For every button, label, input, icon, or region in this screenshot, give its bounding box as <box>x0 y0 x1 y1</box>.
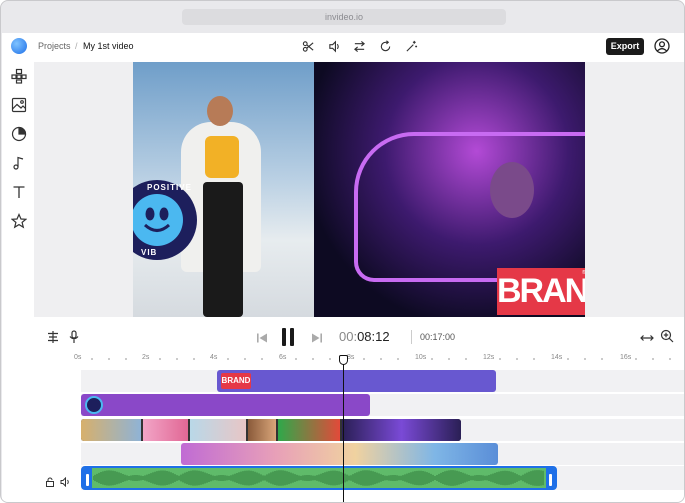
url-bar[interactable]: invideo.io <box>182 9 506 25</box>
ruler-label: 14s <box>551 354 563 361</box>
microphone-icon[interactable] <box>67 330 81 349</box>
app-logo-icon[interactable] <box>11 38 27 54</box>
preview-image-right: BRAND ® <box>314 62 585 317</box>
video-clip-b[interactable] <box>181 443 498 465</box>
sticker-clip[interactable] <box>81 394 370 416</box>
ruler-label: 12s <box>483 354 495 361</box>
ruler-label: 16s <box>620 354 632 361</box>
current-time: 00:08:12 <box>339 329 390 344</box>
pause-icon[interactable] <box>280 326 296 353</box>
text-track: BRAND <box>81 370 684 392</box>
ruler-label: 10s <box>415 354 427 361</box>
audio-clip[interactable] <box>81 466 557 490</box>
sidebar <box>2 59 34 319</box>
smiley-icon <box>133 194 183 246</box>
fit-width-icon[interactable] <box>640 331 654 349</box>
media-icon[interactable] <box>11 97 27 113</box>
browser-window: invideo.io Projects / My 1st video Expor… <box>0 0 685 503</box>
preview-stage: POSITIVE VIB BRAND ® <box>34 62 684 317</box>
audio-trim-end-handle[interactable] <box>546 468 555 488</box>
video-track-2 <box>81 443 684 465</box>
account-icon[interactable] <box>654 38 670 54</box>
zoom-in-icon[interactable] <box>660 329 674 348</box>
stickers-icon[interactable] <box>11 126 27 142</box>
playhead-handle[interactable] <box>339 355 348 365</box>
volume-icon[interactable] <box>327 39 341 53</box>
total-duration: 00:17:00 <box>420 332 456 342</box>
project-title[interactable]: My 1st video <box>83 41 134 51</box>
breadcrumb-separator: / <box>75 41 78 51</box>
favorites-icon[interactable] <box>10 213 28 229</box>
rotate-icon[interactable] <box>378 39 392 53</box>
audio-trim-start-handle[interactable] <box>83 468 92 488</box>
magic-wand-icon[interactable] <box>404 39 418 53</box>
sticker-clip-thumb <box>85 396 103 414</box>
video-preview[interactable]: POSITIVE VIB BRAND ® <box>133 62 585 317</box>
sticker-text-top: POSITIVE <box>147 183 192 192</box>
sticker-track <box>81 394 684 416</box>
preview-image-left: POSITIVE VIB <box>133 62 314 317</box>
time-prefix: 00: <box>339 329 358 344</box>
skip-forward-icon[interactable] <box>311 331 323 349</box>
video-track-1 <box>81 419 684 441</box>
ruler-label: 0s <box>74 354 82 361</box>
top-bar: Projects / My 1st video Export <box>2 33 684 59</box>
text-clip[interactable]: BRAND <box>217 370 496 392</box>
audio-volume-icon[interactable] <box>60 474 71 492</box>
ruler-label: 6s <box>279 354 287 361</box>
video-clip-a[interactable] <box>81 419 461 441</box>
text-icon[interactable] <box>11 184 27 200</box>
music-icon[interactable] <box>11 155 27 171</box>
ruler-label: 4s <box>210 354 218 361</box>
brand-registered-mark: ® <box>582 270 585 276</box>
export-button[interactable]: Export <box>606 38 644 55</box>
scissors-icon[interactable] <box>301 39 315 53</box>
brand-logo[interactable]: BRAND <box>497 268 585 315</box>
swap-icon[interactable] <box>352 39 366 53</box>
text-clip-thumb: BRAND <box>221 373 251 389</box>
time-current: 08:12 <box>357 329 390 344</box>
playhead[interactable] <box>343 357 344 502</box>
audio-track <box>81 466 684 490</box>
ruler-label: 2s <box>142 354 150 361</box>
player-controls: 00:08:12 00:17:00 <box>34 323 684 351</box>
split-tool-icon[interactable] <box>46 330 60 349</box>
sticker-text-bottom: VIB <box>141 248 158 257</box>
time-ruler[interactable]: 0s 2s 4s 6s 8s 10s 12s 14s 16s <box>74 353 684 365</box>
layouts-icon[interactable] <box>11 68 27 84</box>
breadcrumb-projects[interactable]: Projects <box>38 41 71 51</box>
app: Projects / My 1st video Export POSITIVE … <box>2 33 684 502</box>
audio-waveform <box>93 470 544 486</box>
skip-back-icon[interactable] <box>256 331 268 349</box>
ruler-label: 8s <box>347 354 355 361</box>
lock-icon[interactable] <box>45 474 55 492</box>
